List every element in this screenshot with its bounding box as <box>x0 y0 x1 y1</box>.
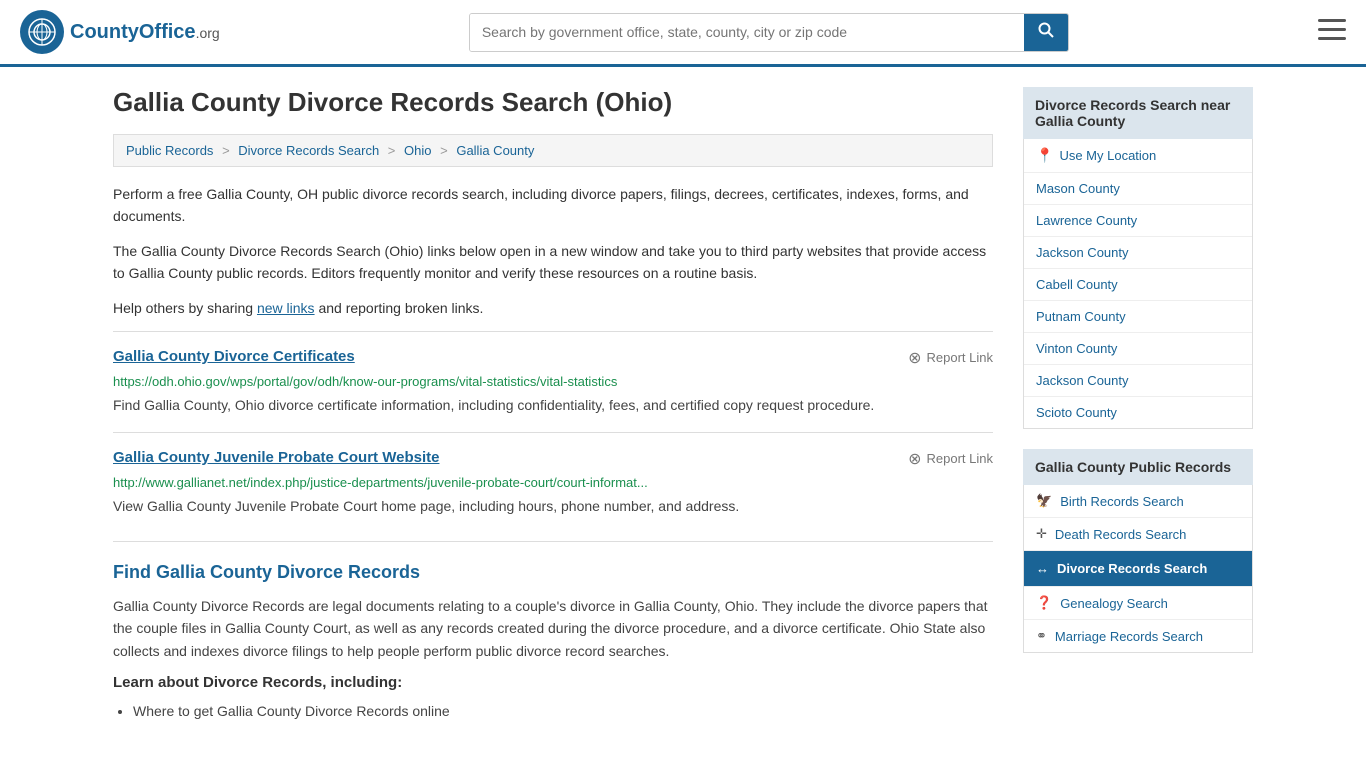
report-icon-1: ⊗ <box>908 348 921 368</box>
page-title: Gallia County Divorce Records Search (Oh… <box>113 87 993 118</box>
new-links-link[interactable]: new links <box>257 300 315 316</box>
breadcrumb-public-records[interactable]: Public Records <box>126 143 213 158</box>
sidebar-county-4-link[interactable]: Cabell County <box>1036 277 1118 292</box>
sidebar-county-1[interactable]: Mason County <box>1024 173 1252 205</box>
sidebar-county-8[interactable]: Scioto County <box>1024 397 1252 428</box>
breadcrumb-sep3: > <box>440 143 448 158</box>
main-container: Gallia County Divorce Records Search (Oh… <box>93 87 1273 724</box>
sidebar-public-records-section: Gallia County Public Records 🦅 Birth Rec… <box>1023 449 1253 653</box>
marriage-icon: ⚭ <box>1036 628 1047 644</box>
sidebar-genealogy[interactable]: ❓ Genealogy Search <box>1024 587 1252 620</box>
link-card-1: Gallia County Divorce Certificates ⊗ Rep… <box>113 331 993 432</box>
find-section-paragraph: Gallia County Divorce Records are legal … <box>113 595 993 662</box>
report-link-2[interactable]: ⊗ Report Link <box>908 449 993 469</box>
find-section-heading: Find Gallia County Divorce Records <box>113 562 993 583</box>
pin-icon: 📍 <box>1036 147 1053 164</box>
link-card-1-desc: Find Gallia County, Ohio divorce certifi… <box>113 395 993 416</box>
intro-paragraph-3: Help others by sharing new links and rep… <box>113 297 993 319</box>
search-area <box>469 13 1069 52</box>
link-card-1-title: Gallia County Divorce Certificates <box>113 348 355 365</box>
genealogy-icon: ❓ <box>1036 595 1052 611</box>
sidebar-use-location[interactable]: 📍 Use My Location <box>1024 139 1252 173</box>
site-header: CountyOffice.org <box>0 0 1366 67</box>
sidebar-county-7[interactable]: Jackson County <box>1024 365 1252 397</box>
logo[interactable]: CountyOffice.org <box>20 10 220 54</box>
link-card-2-title: Gallia County Juvenile Probate Court Web… <box>113 449 439 466</box>
search-button[interactable] <box>1024 14 1068 51</box>
sidebar-county-6[interactable]: Vinton County <box>1024 333 1252 365</box>
sidebar-county-2[interactable]: Lawrence County <box>1024 205 1252 237</box>
sidebar-county-6-link[interactable]: Vinton County <box>1036 341 1117 356</box>
report-link-1[interactable]: ⊗ Report Link <box>908 348 993 368</box>
sidebar-nearby-section: Divorce Records Search near Gallia Count… <box>1023 87 1253 429</box>
link-card-2-url[interactable]: http://www.gallianet.net/index.php/justi… <box>113 475 993 490</box>
sidebar-county-4[interactable]: Cabell County <box>1024 269 1252 301</box>
link-card-2-link[interactable]: Gallia County Juvenile Probate Court Web… <box>113 449 439 466</box>
divorce-icon: ↔ <box>1036 561 1049 576</box>
breadcrumb-gallia[interactable]: Gallia County <box>456 143 534 158</box>
divorce-records-link[interactable]: ↔ Divorce Records Search <box>1024 551 1252 586</box>
link-card-2: Gallia County Juvenile Probate Court Web… <box>113 432 993 533</box>
breadcrumb: Public Records > Divorce Records Search … <box>113 134 993 167</box>
sidebar-death-records[interactable]: ✛ Death Records Search <box>1024 518 1252 551</box>
sidebar-public-records-heading: Gallia County Public Records <box>1023 449 1253 485</box>
sidebar-county-5[interactable]: Putnam County <box>1024 301 1252 333</box>
sidebar-county-1-link[interactable]: Mason County <box>1036 181 1120 196</box>
find-section-list: Where to get Gallia County Divorce Recor… <box>133 699 993 724</box>
list-item-1: Where to get Gallia County Divorce Recor… <box>133 699 993 724</box>
sidebar-public-records-list: 🦅 Birth Records Search ✛ Death Records S… <box>1023 485 1253 653</box>
birth-records-link[interactable]: Birth Records Search <box>1060 494 1184 509</box>
breadcrumb-sep1: > <box>222 143 230 158</box>
find-section-subheading: Learn about Divorce Records, including: <box>113 674 993 691</box>
sidebar-nearby-list: 📍 Use My Location Mason County Lawrence … <box>1023 139 1253 429</box>
sidebar-county-7-link[interactable]: Jackson County <box>1036 373 1129 388</box>
report-link-1-label: Report Link <box>927 350 993 365</box>
link-card-2-header: Gallia County Juvenile Probate Court Web… <box>113 449 993 469</box>
search-box <box>469 13 1069 52</box>
hamburger-menu[interactable] <box>1318 19 1346 46</box>
intro-paragraph-2: The Gallia County Divorce Records Search… <box>113 240 993 285</box>
logo-icon <box>20 10 64 54</box>
marriage-records-link[interactable]: Marriage Records Search <box>1055 629 1203 644</box>
link-card-1-url[interactable]: https://odh.ohio.gov/wps/portal/gov/odh/… <box>113 374 993 389</box>
breadcrumb-sep2: > <box>388 143 396 158</box>
sidebar: Divorce Records Search near Gallia Count… <box>1023 87 1253 724</box>
sidebar-county-5-link[interactable]: Putnam County <box>1036 309 1126 324</box>
sidebar-birth-records[interactable]: 🦅 Birth Records Search <box>1024 485 1252 518</box>
report-link-2-label: Report Link <box>927 451 993 466</box>
death-records-link[interactable]: Death Records Search <box>1055 527 1187 542</box>
link-card-2-desc: View Gallia County Juvenile Probate Cour… <box>113 496 993 517</box>
sidebar-divorce-records[interactable]: ↔ Divorce Records Search <box>1024 551 1252 587</box>
sidebar-nearby-heading: Divorce Records Search near Gallia Count… <box>1023 87 1253 139</box>
logo-text: CountyOffice.org <box>70 21 220 44</box>
link-card-1-header: Gallia County Divorce Certificates ⊗ Rep… <box>113 348 993 368</box>
search-input[interactable] <box>470 14 1024 51</box>
death-icon: ✛ <box>1036 526 1047 542</box>
breadcrumb-divorce-records[interactable]: Divorce Records Search <box>238 143 379 158</box>
link-card-1-link[interactable]: Gallia County Divorce Certificates <box>113 348 355 365</box>
report-icon-2: ⊗ <box>908 449 921 469</box>
genealogy-link[interactable]: Genealogy Search <box>1060 596 1168 611</box>
birth-icon: 🦅 <box>1036 493 1052 509</box>
content-area: Gallia County Divorce Records Search (Oh… <box>113 87 993 724</box>
sidebar-marriage-records[interactable]: ⚭ Marriage Records Search <box>1024 620 1252 652</box>
sidebar-county-2-link[interactable]: Lawrence County <box>1036 213 1137 228</box>
breadcrumb-ohio[interactable]: Ohio <box>404 143 431 158</box>
intro-paragraph-1: Perform a free Gallia County, OH public … <box>113 183 993 228</box>
sidebar-county-8-link[interactable]: Scioto County <box>1036 405 1117 420</box>
sidebar-county-3[interactable]: Jackson County <box>1024 237 1252 269</box>
divorce-records-label: Divorce Records Search <box>1057 561 1207 576</box>
use-location-link[interactable]: Use My Location <box>1059 148 1156 163</box>
find-section: Find Gallia County Divorce Records Galli… <box>113 541 993 724</box>
sidebar-county-3-link[interactable]: Jackson County <box>1036 245 1129 260</box>
